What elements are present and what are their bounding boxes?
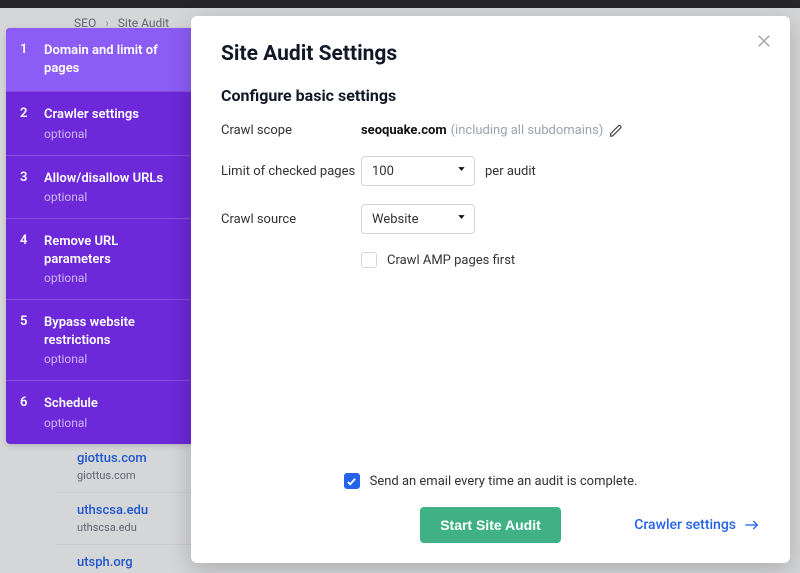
email-notify-row: Send an email every time an audit is com… xyxy=(221,473,760,489)
limit-pages-select[interactable]: 100 xyxy=(361,156,475,186)
crawl-scope-label: Crawl scope xyxy=(221,123,361,138)
arrow-right-icon xyxy=(744,519,760,531)
modal-subtitle: Configure basic settings xyxy=(221,86,760,105)
email-notify-checkbox[interactable] xyxy=(344,473,360,489)
chevron-down-icon xyxy=(456,212,467,227)
close-button[interactable] xyxy=(750,27,778,55)
modal-title: Site Audit Settings xyxy=(221,42,760,66)
step-domain-limit[interactable]: 1 Domain and limit of pages xyxy=(6,28,192,91)
crawl-amp-checkbox[interactable] xyxy=(361,252,377,268)
crawler-settings-link-label: Crawler settings xyxy=(634,517,736,533)
crawl-scope-value: seoquake.com xyxy=(361,123,447,138)
step-title: Schedule xyxy=(44,395,178,413)
limit-pages-suffix: per audit xyxy=(485,164,536,179)
step-bypass-restrictions[interactable]: 5 Bypass website restrictions optional xyxy=(6,299,192,380)
checkmark-icon xyxy=(346,476,357,487)
step-remove-url-params[interactable]: 4 Remove URL parameters optional xyxy=(6,218,192,299)
step-title: Domain and limit of pages xyxy=(44,42,178,77)
step-number: 6 xyxy=(20,395,32,430)
crawl-source-row: Crawl source Website xyxy=(221,204,760,234)
step-number: 2 xyxy=(20,106,32,141)
crawler-settings-link[interactable]: Crawler settings xyxy=(634,517,760,533)
crawl-source-label: Crawl source xyxy=(221,212,361,227)
step-optional: optional xyxy=(44,190,178,204)
email-notify-label: Send an email every time an audit is com… xyxy=(370,474,638,489)
limit-pages-value: 100 xyxy=(372,164,394,179)
start-site-audit-button[interactable]: Start Site Audit xyxy=(420,507,561,543)
step-crawler-settings[interactable]: 2 Crawler settings optional xyxy=(6,91,192,155)
crawl-amp-label: Crawl AMP pages first xyxy=(387,253,515,268)
step-number: 4 xyxy=(20,233,32,285)
step-number: 3 xyxy=(20,170,32,205)
step-optional: optional xyxy=(44,416,178,430)
crawl-scope-note: (including all subdomains) xyxy=(451,123,604,138)
limit-pages-label: Limit of checked pages xyxy=(221,164,361,179)
step-optional: optional xyxy=(44,127,178,141)
settings-form: Crawl scope seoquake.com (including all … xyxy=(221,123,760,268)
step-schedule[interactable]: 6 Schedule optional xyxy=(6,380,192,444)
crawl-source-value: Website xyxy=(372,212,419,227)
step-number: 5 xyxy=(20,314,32,366)
limit-pages-row: Limit of checked pages 100 per audit xyxy=(221,156,760,186)
step-title: Remove URL parameters xyxy=(44,233,178,268)
crawl-scope-row: Crawl scope seoquake.com (including all … xyxy=(221,123,760,138)
chevron-down-icon xyxy=(456,164,467,179)
step-optional: optional xyxy=(44,352,178,366)
crawl-source-select[interactable]: Website xyxy=(361,204,475,234)
step-number: 1 xyxy=(20,42,32,77)
pencil-icon xyxy=(609,124,623,138)
step-allow-disallow[interactable]: 3 Allow/disallow URLs optional xyxy=(6,155,192,219)
wizard-stepper: 1 Domain and limit of pages 2 Crawler se… xyxy=(6,28,192,444)
modal-actions: Start Site Audit Crawler settings xyxy=(221,507,760,543)
crawl-amp-row: Crawl AMP pages first xyxy=(361,252,760,268)
step-title: Crawler settings xyxy=(44,106,178,124)
step-optional: optional xyxy=(44,271,178,285)
edit-scope-button[interactable] xyxy=(609,124,623,138)
close-icon xyxy=(755,32,773,50)
modal-footer: Send an email every time an audit is com… xyxy=(221,473,760,543)
step-title: Bypass website restrictions xyxy=(44,314,178,349)
site-audit-settings-modal: Site Audit Settings Configure basic sett… xyxy=(191,16,790,563)
step-title: Allow/disallow URLs xyxy=(44,170,178,188)
